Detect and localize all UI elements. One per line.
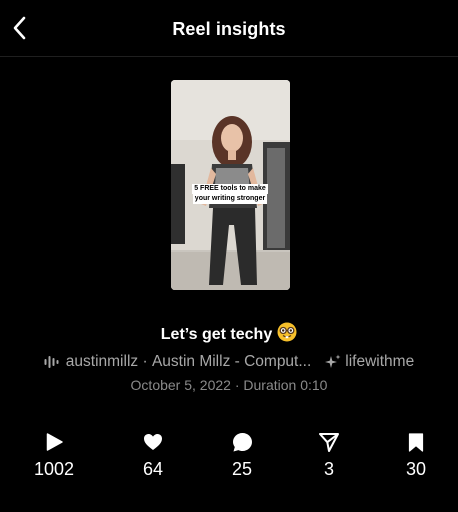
audio-username: austinmillz	[65, 353, 139, 370]
collab-tag-link[interactable]: lifewithme	[311, 353, 414, 371]
caption-text: Let’s get techy	[160, 326, 273, 343]
collab-tag-name: lifewithme	[345, 353, 415, 370]
reel-caption: Let’s get techy	[0, 322, 458, 347]
reel-meta: austinmillz · Austin Millz - Comput... l…	[0, 352, 458, 372]
sparkle-icon	[325, 354, 341, 370]
audio-waveform-icon	[44, 355, 60, 369]
overlay-line-2: your writing stronger	[192, 194, 268, 204]
nerd-face-emoji-icon	[277, 322, 297, 347]
comments-count: 25	[231, 459, 253, 479]
comment-icon	[202, 430, 282, 454]
reel-thumbnail[interactable]: 5 FREE tools to make your writing strong…	[171, 80, 290, 290]
plays-stat[interactable]: 1002	[14, 430, 94, 480]
bookmark-icon	[376, 430, 456, 454]
play-icon	[14, 430, 94, 454]
comments-stat[interactable]: 25	[202, 430, 282, 480]
stats-row: 1002 64 25 3 30	[0, 430, 458, 480]
reel-text-overlay: 5 FREE tools to make your writing strong…	[184, 184, 276, 204]
heart-icon	[113, 430, 193, 454]
shares-count: 3	[323, 459, 334, 479]
page-title: Reel insights	[172, 19, 286, 39]
saves-stat[interactable]: 30	[376, 430, 456, 480]
audio-title: Austin Millz - Comput...	[151, 353, 312, 370]
date-duration: October 5, 2022 · Duration 0:10	[130, 377, 328, 393]
audio-link[interactable]: austinmillz · Austin Millz - Comput...	[44, 353, 312, 371]
plays-count: 1002	[33, 459, 75, 479]
overlay-line-1: 5 FREE tools to make	[192, 184, 268, 194]
shares-stat[interactable]: 3	[289, 430, 369, 480]
likes-stat[interactable]: 64	[113, 430, 193, 480]
top-bar: Reel insights	[0, 0, 458, 57]
likes-count: 64	[142, 459, 164, 479]
saves-count: 30	[405, 459, 427, 479]
share-icon	[289, 430, 369, 454]
